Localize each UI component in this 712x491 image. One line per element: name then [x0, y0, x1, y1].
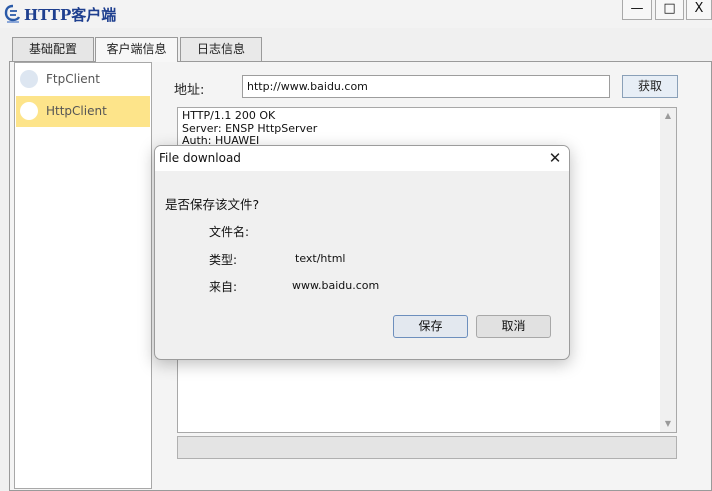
tab-log-info[interactable]: 日志信息 [180, 37, 262, 61]
status-bar [177, 436, 677, 459]
file-download-dialog: File download ✕ 是否保存该文件? 文件名: 类型: text/h… [154, 145, 570, 360]
scroll-up-icon[interactable]: ▲ [660, 110, 676, 122]
tab-client-info[interactable]: 客户端信息 [95, 37, 178, 62]
dialog-close-icon[interactable]: ✕ [545, 148, 565, 168]
scroll-down-icon[interactable]: ▼ [660, 418, 676, 430]
from-label: 来自: [209, 280, 238, 294]
cancel-button[interactable]: 取消 [476, 315, 551, 338]
address-label: 地址: [174, 83, 205, 98]
from-value: www.baidu.com [292, 279, 380, 292]
filename-label: 文件名: [209, 225, 250, 239]
dialog-title: File download [159, 151, 241, 165]
maximize-button[interactable]: □ [655, 0, 684, 20]
client-status-icon [20, 102, 38, 120]
response-scrollbar[interactable] [660, 108, 676, 432]
response-text: HTTP/1.1 200 OK Server: ENSP HttpServer … [182, 110, 318, 144]
app-logo-icon [4, 4, 22, 24]
type-label: 类型: [209, 253, 238, 267]
minimize-button[interactable]: — [622, 0, 652, 20]
type-value: text/html [295, 252, 346, 265]
window-title: HTTP客户端 [24, 6, 117, 24]
fetch-button[interactable]: 获取 [622, 75, 678, 98]
client-item-ftp[interactable]: FtpClient [16, 64, 150, 95]
client-item-label: FtpClient [46, 72, 100, 86]
close-button[interactable]: X [686, 0, 712, 20]
dialog-question: 是否保存该文件? [165, 197, 260, 212]
tab-basic-config[interactable]: 基础配置 [12, 37, 94, 61]
client-item-http[interactable]: HttpClient [16, 96, 150, 127]
save-button[interactable]: 保存 [393, 315, 468, 338]
client-item-label: HttpClient [46, 104, 107, 118]
url-input[interactable] [242, 75, 610, 98]
client-status-icon [20, 70, 38, 88]
